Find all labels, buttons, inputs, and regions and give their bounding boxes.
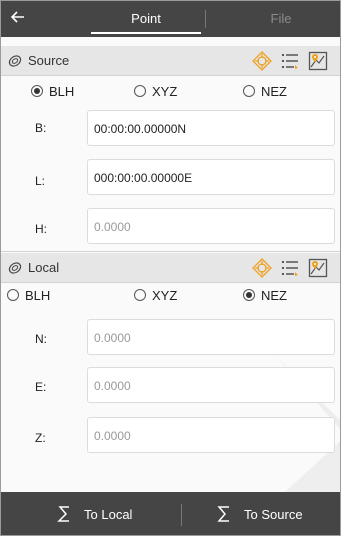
local-n-input[interactable]: 0.0000 — [87, 319, 335, 355]
app-frame: Point File Source BLH XYZ NEZ B: 00:00:0… — [0, 0, 341, 536]
arrow-left-icon[interactable] — [7, 5, 29, 29]
field-label-h: H: — [35, 222, 47, 236]
local-coord-type-group: BLH XYZ NEZ — [1, 284, 340, 308]
gps-target-icon[interactable] — [252, 51, 272, 71]
source-radio-nez[interactable]: NEZ — [243, 82, 287, 102]
list-icon[interactable] — [280, 51, 300, 71]
radio-unselected-icon — [134, 85, 146, 97]
local-radio-xyz[interactable]: XYZ — [134, 286, 177, 306]
to-local-button[interactable]: To Local — [57, 492, 172, 535]
radio-selected-icon — [31, 85, 43, 97]
tab-point[interactable]: Point — [91, 9, 201, 29]
source-section-header: Source — [1, 46, 340, 76]
sum-icon — [57, 504, 76, 524]
local-e-input[interactable]: 0.0000 — [87, 367, 335, 403]
source-b-input[interactable]: 00:00:00.00000N — [87, 110, 335, 146]
source-l-input[interactable]: 000:00:00.00000E — [87, 159, 335, 195]
local-e-placeholder: 0.0000 — [94, 379, 131, 393]
bottom-bar: To Local To Source — [1, 492, 340, 535]
to-source-button[interactable]: To Source — [217, 492, 337, 535]
local-section-header: Local — [1, 253, 340, 283]
source-radio-xyz[interactable]: XYZ — [134, 82, 177, 102]
radio-selected-icon — [243, 289, 255, 301]
local-radio-nez[interactable]: NEZ — [243, 286, 287, 306]
radio-unselected-icon — [243, 85, 255, 97]
source-l-value: 000:00:00.00000E — [94, 171, 193, 185]
ring-icon — [8, 55, 22, 67]
field-label-n: N: — [35, 332, 47, 346]
local-n-placeholder: 0.0000 — [94, 331, 131, 345]
local-z-placeholder: 0.0000 — [94, 429, 131, 443]
local-title: Local — [28, 260, 60, 275]
tab-point-indicator — [91, 32, 201, 34]
ring-icon — [8, 262, 22, 274]
source-title: Source — [28, 53, 70, 68]
list-icon[interactable] — [280, 258, 300, 278]
field-label-e: E: — [35, 380, 47, 394]
radio-unselected-icon — [134, 289, 146, 301]
field-label-l: L: — [35, 174, 46, 188]
map-pin-icon[interactable] — [308, 51, 328, 71]
tab-divider — [205, 10, 206, 28]
field-label-b: B: — [35, 121, 47, 135]
source-b-value: 00:00:00.00000N — [94, 122, 187, 136]
local-z-input[interactable]: 0.0000 — [87, 417, 335, 453]
gps-target-icon[interactable] — [252, 258, 272, 278]
source-h-input[interactable]: 0.0000 — [87, 208, 335, 244]
source-radio-blh[interactable]: BLH — [31, 82, 74, 102]
source-h-placeholder: 0.0000 — [94, 220, 131, 234]
map-pin-icon[interactable] — [308, 258, 328, 278]
source-coord-type-group: BLH XYZ NEZ — [1, 80, 340, 104]
sigma-icon — [217, 504, 236, 524]
radio-unselected-icon — [7, 289, 19, 301]
divider — [1, 251, 340, 252]
local-radio-blh[interactable]: BLH — [7, 286, 50, 306]
footer-divider — [181, 504, 182, 526]
field-label-z: Z: — [35, 431, 46, 445]
tab-file[interactable]: File — [226, 9, 336, 29]
top-bar: Point File — [1, 1, 340, 37]
